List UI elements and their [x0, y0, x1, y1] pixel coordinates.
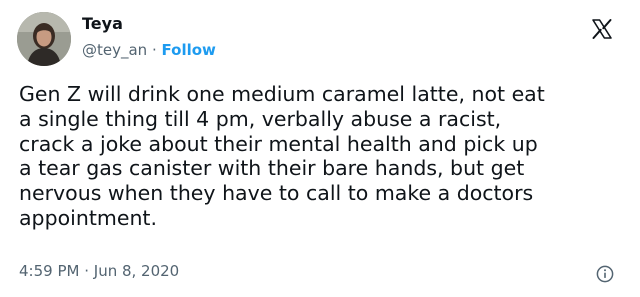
tweet-text: Gen Z will drink one medium caramel latt…	[19, 82, 629, 231]
tweet-text-line: appointment.	[19, 205, 157, 230]
tweet-text-line: nervous when they have to call to make a…	[19, 181, 534, 206]
tweet-date: Jun 8, 2020	[93, 262, 180, 280]
handle-separator: ·	[147, 41, 162, 59]
avatar-image	[17, 12, 71, 66]
avatar[interactable]	[17, 12, 71, 66]
tweet-text-line: a tear gas canister with their bare hand…	[19, 156, 525, 181]
tweet-text-line: Gen Z will drink one medium caramel latt…	[19, 82, 545, 106]
tweet-text-line: a single thing till 4 pm, verbally abuse…	[19, 106, 502, 131]
info-icon[interactable]	[596, 265, 614, 283]
x-logo-icon[interactable]	[590, 17, 614, 41]
tweet-text-line: crack a joke about their mental health a…	[19, 131, 538, 156]
tweet-timestamp[interactable]: 4:59 PM · Jun 8, 2020	[19, 261, 179, 281]
author-handle[interactable]: @tey_an	[82, 41, 147, 59]
follow-button[interactable]: Follow	[162, 41, 216, 59]
author-name[interactable]: Teya	[82, 14, 123, 34]
tweet-time: 4:59 PM	[19, 262, 80, 280]
author-handle-row: @tey_an · Follow	[82, 40, 216, 60]
timestamp-separator: ·	[79, 262, 94, 280]
